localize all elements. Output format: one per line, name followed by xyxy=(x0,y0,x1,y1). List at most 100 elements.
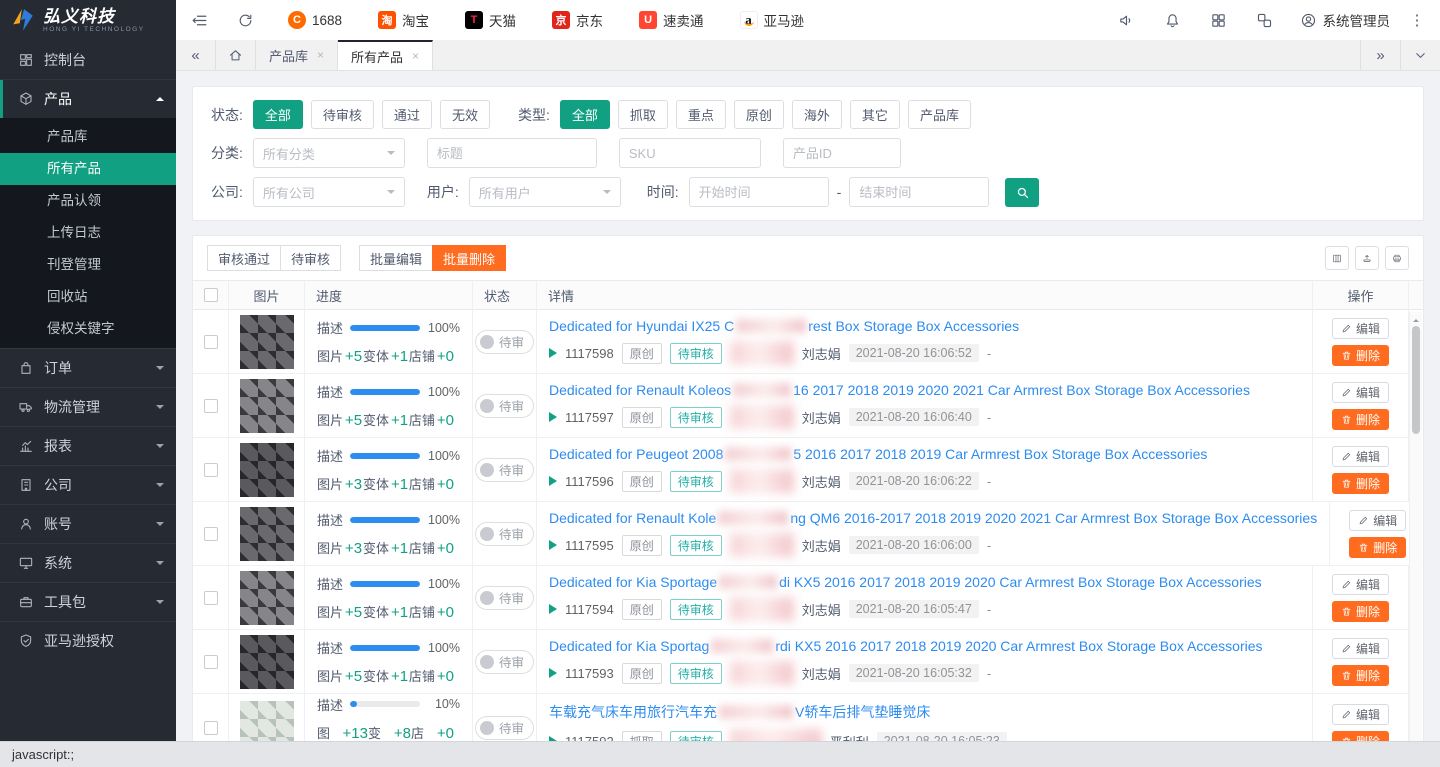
sidebar-subitem-2[interactable]: 所有产品 xyxy=(0,153,176,185)
category-select[interactable]: 所有分类 xyxy=(253,138,405,168)
sidebar-item-10[interactable]: 亚马逊授权 xyxy=(0,621,176,660)
tabs-scroll-left-icon[interactable]: « xyxy=(176,40,216,70)
status-toggle[interactable]: 待审 xyxy=(475,394,534,418)
type-chips-2[interactable]: 抓取 xyxy=(618,100,668,129)
status-toggle[interactable]: 待审 xyxy=(475,458,534,482)
search-button[interactable] xyxy=(1005,178,1039,207)
export-button[interactable] xyxy=(1355,246,1379,270)
sidebar-item-6[interactable]: 公司 xyxy=(0,465,176,504)
tabs-menu-icon[interactable] xyxy=(1400,40,1440,70)
status-toggle[interactable]: 待审 xyxy=(475,716,534,740)
type-chips-3[interactable]: 重点 xyxy=(676,100,726,129)
tab-2[interactable]: 所有产品× xyxy=(338,40,433,70)
marketplace-link-4[interactable]: 京京东 xyxy=(552,10,603,30)
sidebar-item-3[interactable]: 订单 xyxy=(0,348,176,387)
edit-button[interactable]: 编辑 xyxy=(1332,704,1389,725)
row-checkbox[interactable] xyxy=(204,399,218,413)
sidebar-subitem-5[interactable]: 刊登管理 xyxy=(0,249,176,281)
table-scrollbar[interactable] xyxy=(1409,312,1422,764)
home-tab[interactable] xyxy=(216,40,256,70)
batch-delete-button[interactable]: 批量删除 xyxy=(432,245,506,271)
type-chips-4[interactable]: 原创 xyxy=(734,100,784,129)
product-image[interactable] xyxy=(240,507,294,561)
product-id-input[interactable] xyxy=(783,138,901,168)
close-icon[interactable]: × xyxy=(317,48,324,62)
status-chips-1[interactable]: 全部 xyxy=(253,100,303,129)
product-image[interactable] xyxy=(240,571,294,625)
edit-button[interactable]: 编辑 xyxy=(1332,382,1389,403)
status-toggle[interactable]: 待审 xyxy=(475,650,534,674)
select-all-checkbox[interactable] xyxy=(204,288,218,302)
batch-edit-button[interactable]: 批量编辑 xyxy=(359,245,433,271)
product-image[interactable] xyxy=(240,443,294,497)
type-chips-7[interactable]: 产品库 xyxy=(908,100,971,129)
sidebar-item-4[interactable]: 物流管理 xyxy=(0,387,176,426)
delete-button[interactable]: 删除 xyxy=(1332,473,1389,494)
status-toggle[interactable]: 待审 xyxy=(475,330,534,354)
product-title-link[interactable]: Dedicated for Renault Koleos16 2017 2018… xyxy=(549,382,1250,398)
user-select[interactable]: 所有用户 xyxy=(469,177,621,207)
product-title-link[interactable]: Dedicated for Hyundai IX25 Crest Box Sto… xyxy=(549,318,1019,334)
sidebar-subitem-4[interactable]: 上传日志 xyxy=(0,217,176,249)
sidebar-item-5[interactable]: 报表 xyxy=(0,426,176,465)
sidebar-item-8[interactable]: 系统 xyxy=(0,543,176,582)
apps-button[interactable] xyxy=(1196,0,1242,40)
scroll-up-icon[interactable] xyxy=(1413,316,1419,322)
sidebar-item-7[interactable]: 账号 xyxy=(0,504,176,543)
print-button[interactable] xyxy=(1385,246,1409,270)
product-title-link[interactable]: Dedicated for Renault Koleng QM6 2016-20… xyxy=(549,510,1317,526)
more-menu-icon[interactable]: ⋮ xyxy=(1402,11,1432,29)
marketplace-link-6[interactable]: a亚马逊 xyxy=(740,10,805,30)
user-menu[interactable]: 系统管理员 xyxy=(1290,10,1401,30)
status-toggle[interactable]: 待审 xyxy=(475,522,534,546)
type-chips-1[interactable]: 全部 xyxy=(560,100,610,129)
sidebar-subitem-1[interactable]: 产品库 xyxy=(0,121,176,153)
row-checkbox[interactable] xyxy=(204,591,218,605)
product-image[interactable] xyxy=(240,635,294,689)
row-checkbox[interactable] xyxy=(204,527,218,541)
cols-button[interactable] xyxy=(1325,246,1349,270)
status-chips-3[interactable]: 通过 xyxy=(382,100,432,129)
close-icon[interactable]: × xyxy=(412,49,419,63)
sidebar-item-9[interactable]: 工具包 xyxy=(0,582,176,621)
marketplace-link-1[interactable]: C1688 xyxy=(288,11,342,29)
marketplace-link-3[interactable]: T天猫 xyxy=(465,10,516,30)
title-input[interactable] xyxy=(427,138,597,168)
marketplace-link-2[interactable]: 淘淘宝 xyxy=(378,10,429,30)
status-chips-2[interactable]: 待审核 xyxy=(311,100,374,129)
marketplace-link-5[interactable]: U速卖通 xyxy=(639,10,704,30)
status-toggle[interactable]: 待审 xyxy=(475,586,534,610)
edit-button[interactable]: 编辑 xyxy=(1332,638,1389,659)
bell-button[interactable] xyxy=(1150,0,1196,40)
product-title-link[interactable]: 车载充气床车用旅行汽车充V轿车后排气垫睡觉床 xyxy=(549,702,930,722)
row-checkbox[interactable] xyxy=(204,463,218,477)
status-chips-4[interactable]: 无效 xyxy=(440,100,490,129)
delete-button[interactable]: 删除 xyxy=(1332,409,1389,430)
edit-button[interactable]: 编辑 xyxy=(1332,574,1389,595)
product-image[interactable] xyxy=(240,379,294,433)
tabs-scroll-right-icon[interactable]: » xyxy=(1360,40,1400,70)
refresh-button[interactable] xyxy=(222,0,268,40)
row-checkbox[interactable] xyxy=(204,655,218,669)
company-select[interactable]: 所有公司 xyxy=(253,177,405,207)
edit-button[interactable]: 编辑 xyxy=(1332,446,1389,467)
delete-button[interactable]: 删除 xyxy=(1349,537,1406,558)
start-time-input[interactable] xyxy=(689,177,829,207)
row-checkbox[interactable] xyxy=(204,335,218,349)
sidebar-subitem-3[interactable]: 产品认领 xyxy=(0,185,176,217)
delete-button[interactable]: 删除 xyxy=(1332,601,1389,622)
product-title-link[interactable]: Dedicated for Kia Sportagrdi KX5 2016 20… xyxy=(549,638,1263,654)
org-button[interactable] xyxy=(1242,0,1288,40)
sidebar-item-1[interactable]: 控制台 xyxy=(0,40,176,79)
set-pending-button[interactable]: 待审核 xyxy=(280,245,341,271)
end-time-input[interactable] xyxy=(849,177,989,207)
tab-1[interactable]: 产品库× xyxy=(256,40,338,70)
collapse-button[interactable] xyxy=(176,0,222,40)
edit-button[interactable]: 编辑 xyxy=(1332,318,1389,339)
type-chips-6[interactable]: 其它 xyxy=(850,100,900,129)
product-image[interactable] xyxy=(240,315,294,369)
product-title-link[interactable]: Dedicated for Peugeot 20085 2016 2017 20… xyxy=(549,446,1207,462)
sidebar-subitem-7[interactable]: 侵权关键字 xyxy=(0,313,176,345)
speaker-button[interactable] xyxy=(1104,0,1150,40)
sku-input[interactable] xyxy=(619,138,761,168)
